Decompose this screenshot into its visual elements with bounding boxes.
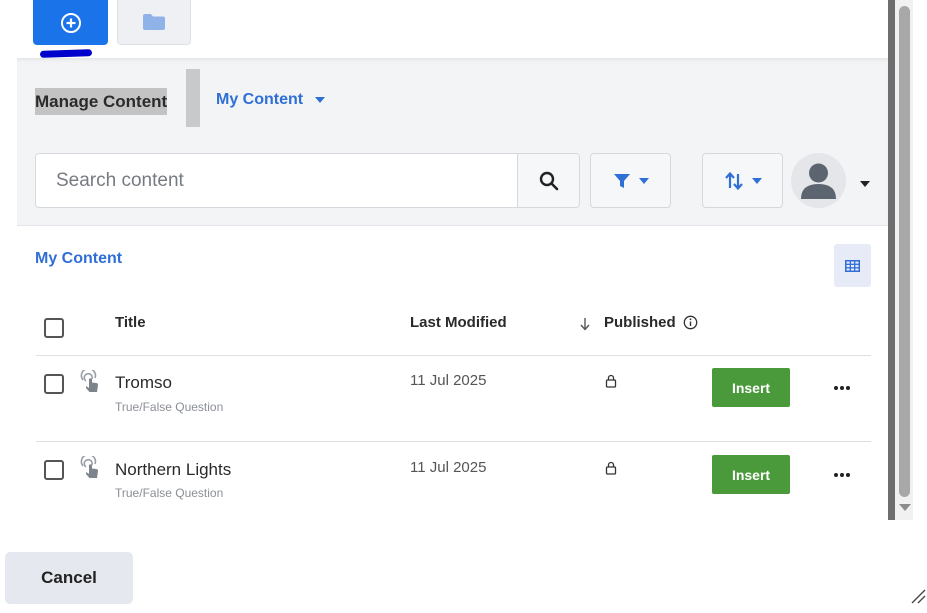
table-grid-icon bbox=[845, 259, 860, 272]
row-select-checkbox[interactable] bbox=[44, 460, 64, 480]
info-icon[interactable] bbox=[683, 315, 698, 330]
row-type: True/False Question bbox=[115, 486, 224, 500]
cancel-button[interactable]: Cancel bbox=[5, 552, 133, 604]
lock-icon bbox=[605, 461, 617, 475]
breadcrumb-manage-content[interactable]: Manage Content bbox=[35, 88, 168, 115]
column-header-title[interactable]: Title bbox=[115, 314, 146, 331]
touch-icon bbox=[80, 370, 98, 392]
search-box bbox=[35, 153, 580, 208]
insert-button[interactable]: Insert bbox=[712, 455, 790, 494]
more-horizontal-icon[interactable] bbox=[834, 385, 852, 391]
breadcrumb-divider bbox=[186, 69, 200, 127]
arrow-down-icon bbox=[580, 318, 590, 331]
chevron-down-icon bbox=[751, 177, 762, 184]
select-all-checkbox[interactable] bbox=[44, 318, 64, 338]
search-button[interactable] bbox=[517, 154, 579, 207]
sort-button[interactable] bbox=[702, 153, 783, 208]
grid-view-toggle[interactable] bbox=[834, 244, 871, 287]
tab-browse-folder[interactable] bbox=[117, 0, 191, 45]
breadcrumb-my-content-label: My Content bbox=[216, 91, 304, 108]
column-header-last-modified[interactable]: Last Modified bbox=[410, 314, 507, 331]
user-avatar-icon[interactable] bbox=[791, 153, 846, 208]
chevron-down-icon bbox=[315, 97, 326, 103]
user-menu-caret-icon[interactable] bbox=[860, 181, 870, 187]
column-header-published[interactable]: Published bbox=[604, 314, 676, 331]
more-horizontal-icon[interactable] bbox=[834, 472, 852, 478]
breadcrumb-my-content-dropdown[interactable]: My Content bbox=[216, 91, 326, 109]
table-divider bbox=[36, 355, 871, 356]
search-icon bbox=[539, 171, 558, 190]
search-input[interactable] bbox=[36, 154, 517, 207]
folder-icon bbox=[143, 14, 165, 30]
scrollbar-thumb[interactable] bbox=[899, 6, 910, 497]
table-divider bbox=[36, 441, 871, 442]
row-last-modified: 11 Jul 2025 bbox=[410, 372, 487, 389]
content-panel-header: Manage Content My Content bbox=[17, 58, 888, 226]
active-tab-underline bbox=[39, 49, 93, 58]
plus-circle-icon bbox=[60, 12, 81, 33]
section-title: My Content bbox=[35, 250, 123, 267]
chevron-down-icon bbox=[638, 177, 649, 184]
insert-button[interactable]: Insert bbox=[712, 368, 790, 407]
scroll-down-arrow-icon[interactable] bbox=[899, 504, 911, 511]
resize-grip-icon[interactable] bbox=[910, 588, 926, 604]
touch-icon bbox=[80, 456, 98, 478]
filter-button[interactable] bbox=[590, 153, 671, 208]
row-select-checkbox[interactable] bbox=[44, 374, 64, 394]
row-last-modified: 11 Jul 2025 bbox=[410, 459, 487, 476]
row-title[interactable]: Northern Lights bbox=[115, 460, 231, 480]
lock-icon bbox=[605, 374, 617, 388]
sort-icon bbox=[724, 171, 743, 190]
row-title[interactable]: Tromso bbox=[115, 373, 172, 393]
row-type: True/False Question bbox=[115, 400, 224, 414]
tab-add-content[interactable] bbox=[33, 0, 108, 45]
scrollbar-edge bbox=[888, 0, 895, 520]
filter-icon bbox=[613, 173, 630, 188]
